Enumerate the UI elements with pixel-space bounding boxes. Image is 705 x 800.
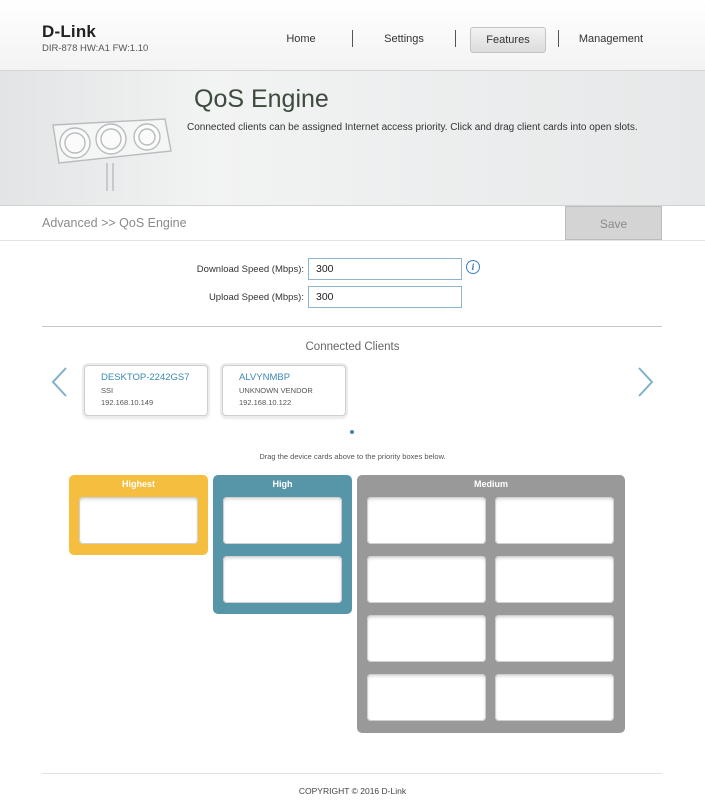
client-card[interactable]: DESKTOP-2242GS7 SSI 192.168.10.149 [84,365,208,416]
page-title: QoS Engine [194,85,329,113]
priority-slot[interactable] [495,497,614,544]
nav-management[interactable]: Management [572,27,650,51]
save-button[interactable]: Save [565,206,662,240]
download-speed-input[interactable] [308,258,462,280]
nav-home[interactable]: Home [265,27,337,51]
upload-speed-input[interactable] [308,286,462,308]
info-icon[interactable]: i [466,260,480,274]
breadcrumb-bar: Advanced >> QoS Engine Save [0,206,705,241]
priority-slot[interactable] [495,674,614,721]
breadcrumb: Advanced >> QoS Engine [42,216,187,230]
priority-slot[interactable] [367,615,486,662]
copyright: COPYRIGHT © 2016 D-Link [298,786,407,796]
nav-features[interactable]: Features [470,27,546,53]
priority-slot[interactable] [367,674,486,721]
nav-separator [558,30,559,47]
client-vendor: SSI [101,386,114,395]
footer-divider [42,773,662,774]
client-card[interactable]: ALVYNMBP UNKNOWN VENDOR 192.168.10.122 [222,365,346,416]
client-ip: 192.168.10.122 [239,398,292,407]
priority-box-medium: Medium [357,475,625,733]
priority-slot[interactable] [495,615,614,662]
priority-slot[interactable] [79,497,198,544]
priority-slot[interactable] [367,497,486,544]
qos-banner: QoS Engine Connected clients can be assi… [0,71,705,206]
upload-speed-label: Upload Speed (Mbps): [208,292,304,303]
nav-separator [455,30,456,47]
carousel-page-indicator[interactable] [350,430,354,434]
drag-hint: Drag the device cards above to the prior… [259,452,446,461]
chevron-right-icon[interactable] [637,366,655,398]
nav-separator [352,30,353,47]
priority-slot[interactable] [367,556,486,603]
client-name: ALVYNMBP [239,372,291,383]
priority-label-highest: Highest [121,479,155,489]
download-speed-label: Download Speed (Mbps): [196,264,304,275]
top-nav-bar: D-Link DIR-878 HW:A1 FW:1.10 Home Settin… [0,0,705,71]
nav-settings[interactable]: Settings [368,27,440,51]
priority-slot[interactable] [223,497,342,544]
model-info: DIR-878 HW:A1 FW:1.10 [42,43,149,54]
priority-slot[interactable] [223,556,342,603]
priority-box-highest: Highest [69,475,208,555]
page-description: Connected clients can be assigned Intern… [187,122,638,133]
section-divider [42,326,662,327]
client-name: DESKTOP-2242GS7 [101,372,190,383]
client-vendor: UNKNOWN VENDOR [239,386,313,395]
connected-clients-title: Connected Clients [305,341,400,353]
priority-slot[interactable] [495,556,614,603]
priority-label-medium: Medium [473,479,508,489]
priority-box-high: High [213,475,352,614]
client-ip: 192.168.10.149 [101,398,154,407]
qos-engine-illustration [52,118,172,191]
dlink-logo[interactable]: D-Link [42,22,96,42]
priority-label-high: High [272,479,293,489]
chevron-left-icon[interactable] [50,366,68,398]
